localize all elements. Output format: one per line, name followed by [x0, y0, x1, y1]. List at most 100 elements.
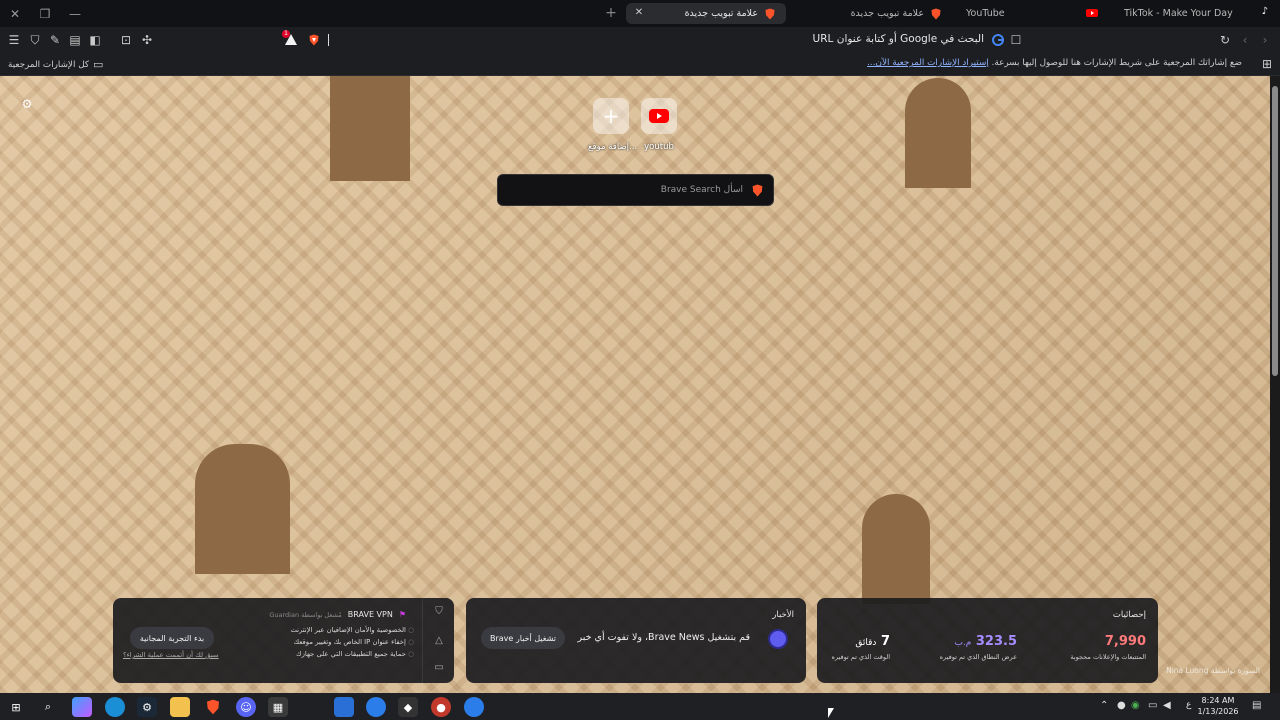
restore-window-icon[interactable]: ❐: [30, 0, 60, 27]
news-widget: الأخبار قم بتشغيل Brave News، ولا تفوت أ…: [466, 598, 806, 683]
stat-caption: المتتبعات والإعلانات محجوبة: [1070, 653, 1146, 661]
address-bar[interactable]: 1 البحث في Google أو كتابة عنوان URL: [278, 28, 1026, 52]
app-icon[interactable]: [334, 697, 354, 717]
enable-news-button[interactable]: تشغيل أخبار Brave: [481, 627, 565, 649]
sidebar-toggle-icon[interactable]: ◧: [87, 32, 103, 48]
tray-chevron-icon[interactable]: ⌃: [1100, 700, 1108, 711]
all-bookmarks[interactable]: ▭ كل الإشارات المرجعية: [8, 58, 103, 71]
folder-icon[interactable]: ▭: [432, 661, 446, 675]
menu-icon[interactable]: ☰: [6, 32, 22, 48]
reload-icon[interactable]: ↻: [1217, 32, 1233, 48]
tiktok-icon: ♪: [1261, 6, 1268, 17]
tab-strip: ✕ ❐ — + علامة تبويب جديدة ✕ علامة تبويب …: [0, 0, 1280, 27]
vpn-feature: حماية جميع التطبيقات التي على جهازك: [290, 650, 414, 658]
close-tab-icon[interactable]: ✕: [632, 6, 646, 20]
shield-icon[interactable]: ⛉: [432, 605, 446, 619]
app-icon[interactable]: [366, 697, 386, 717]
stat-caption: الوقت الذي تم توفيره: [831, 653, 890, 661]
stat-caption: عرض النطاق الذي تم توفيره: [939, 653, 1017, 661]
window-controls: ✕ ❐ —: [0, 0, 90, 27]
import-bookmarks-link[interactable]: إستيراد الإشارات المرجعية الآن...: [867, 58, 989, 68]
top-site-youtube[interactable]: youtub: [636, 98, 682, 152]
news-description: قم بتشغيل Brave News، ولا تفوت أي خبر: [577, 632, 750, 643]
photo-credit: الصورة بواسطة Nina Luong: [1166, 666, 1260, 675]
scrollbar-thumb[interactable]: [1272, 86, 1278, 376]
all-bookmarks-label: كل الإشارات المرجعية: [8, 59, 90, 70]
clock[interactable]: 8:24 AM 1/13/2026: [1196, 695, 1240, 717]
vpn-shield-icon[interactable]: ⛉: [27, 32, 43, 48]
file-explorer-icon[interactable]: [170, 697, 190, 717]
top-site-label: إضافة موقع...: [588, 142, 638, 152]
stat-bandwidth: 323.5 م.ب عرض النطاق الذي تم توفيره: [940, 634, 1017, 661]
input-language[interactable]: ع: [1186, 700, 1191, 710]
stat-value: 323.5 م.ب: [940, 634, 1017, 649]
store-icon[interactable]: ▦: [268, 697, 288, 717]
brave-icon[interactable]: [203, 697, 223, 717]
screenshot-icon[interactable]: ⊡: [118, 32, 134, 48]
app-icon[interactable]: ●: [431, 697, 451, 717]
tab-new-tab[interactable]: علامة تبويب جديدة: [792, 3, 952, 24]
news-title: الأخبار: [772, 610, 794, 620]
app-icon[interactable]: ◆: [398, 697, 418, 717]
network-icon[interactable]: ◉: [1131, 700, 1140, 711]
tab-title: TikTok - Make Your Day: [1124, 8, 1233, 19]
google-icon: [992, 34, 1004, 46]
volume-icon[interactable]: ◀: [1163, 700, 1171, 711]
triangle-icon[interactable]: △: [432, 634, 446, 648]
stat-value: 7 دقائق: [832, 634, 890, 649]
wallet-icon[interactable]: ▤: [67, 32, 83, 48]
page-scrollbar[interactable]: [1270, 76, 1280, 693]
search-icon[interactable]: ⌕: [38, 697, 58, 717]
tab-title: علامة تبويب جديدة: [684, 8, 758, 19]
vpn-feature: الخصوصية والأمان الإضافيان عبر الإنترنت: [290, 626, 414, 634]
youtube-icon: [641, 98, 677, 134]
bookmark-icon[interactable]: ☐: [1008, 32, 1024, 48]
extensions-icon[interactable]: ✣: [139, 32, 155, 48]
restore-purchase-link[interactable]: سبق لك أن أتممت عملية الشراء؟: [123, 651, 219, 659]
steam-icon[interactable]: ⚙: [137, 697, 157, 717]
brave-search-box[interactable]: اسأل Brave Search: [497, 174, 774, 206]
tab-tiktok[interactable]: TikTok - Make Your Day ♪: [1114, 3, 1276, 24]
copilot-icon[interactable]: [72, 697, 92, 717]
vpn-logo-icon: ⚑: [398, 610, 406, 619]
mouse-cursor: [828, 708, 834, 718]
microphone-icon[interactable]: ●: [1117, 700, 1126, 711]
stat-unit: دقائق: [855, 638, 877, 648]
bookmarks-bar: ضع إشاراتك المرجعية على شريط الإشارات هن…: [0, 53, 1280, 76]
bookmarks-hint-text: ضع إشاراتك المرجعية على شريط الإشارات هن…: [991, 58, 1242, 68]
brave-shields-icon[interactable]: [308, 34, 320, 46]
forward-icon[interactable]: ‹: [1237, 32, 1253, 48]
back-icon[interactable]: ›: [1257, 32, 1273, 48]
news-icon: [768, 629, 788, 649]
edge-icon[interactable]: [105, 697, 125, 717]
vpn-title: BRAVE VPN: [347, 610, 393, 619]
customize-gear-icon[interactable]: ⚙: [20, 97, 34, 111]
plus-icon: +: [593, 98, 629, 134]
top-site-add[interactable]: + إضافة موقع...: [588, 98, 638, 152]
background-arch: [195, 444, 290, 574]
app-icon[interactable]: [464, 697, 484, 717]
tab-title: علامة تبويب جديدة: [850, 8, 924, 19]
new-tab-button[interactable]: +: [603, 5, 619, 21]
vpn-header: ⚑ BRAVE VPN مُشغل بواسطة Guardian: [269, 610, 406, 619]
youtube-icon: [1086, 9, 1098, 17]
vpn-powered-by: مُشغل بواسطة Guardian: [269, 610, 342, 619]
windows-start-icon[interactable]: ⊞: [6, 697, 26, 717]
tab-new-tab-active[interactable]: علامة تبويب جديدة ✕: [626, 3, 786, 24]
minimize-window-icon[interactable]: —: [60, 0, 90, 27]
text-caret: [328, 34, 329, 46]
background-arch: [862, 494, 930, 604]
wifi-icon[interactable]: ▭: [1148, 700, 1157, 711]
discord-icon[interactable]: ☺: [236, 697, 256, 717]
brave-icon: [752, 184, 763, 197]
notifications-icon[interactable]: ▤: [1252, 700, 1261, 711]
tab-youtube[interactable]: YouTube: [956, 3, 1108, 24]
stats-widget: إحصائيات 7,990 المتتبعات والإعلانات محجو…: [817, 598, 1158, 683]
close-window-icon[interactable]: ✕: [0, 0, 30, 27]
stat-number: 7: [880, 634, 890, 649]
apps-grid-icon[interactable]: ⊞: [1262, 57, 1272, 71]
start-trial-button[interactable]: بدء التجربة المجانية: [130, 627, 214, 649]
brave-icon: [765, 8, 775, 19]
vpn-features: الخصوصية والأمان الإضافيان عبر الإنترنت …: [290, 626, 414, 662]
leo-ai-icon[interactable]: ✎: [47, 32, 63, 48]
